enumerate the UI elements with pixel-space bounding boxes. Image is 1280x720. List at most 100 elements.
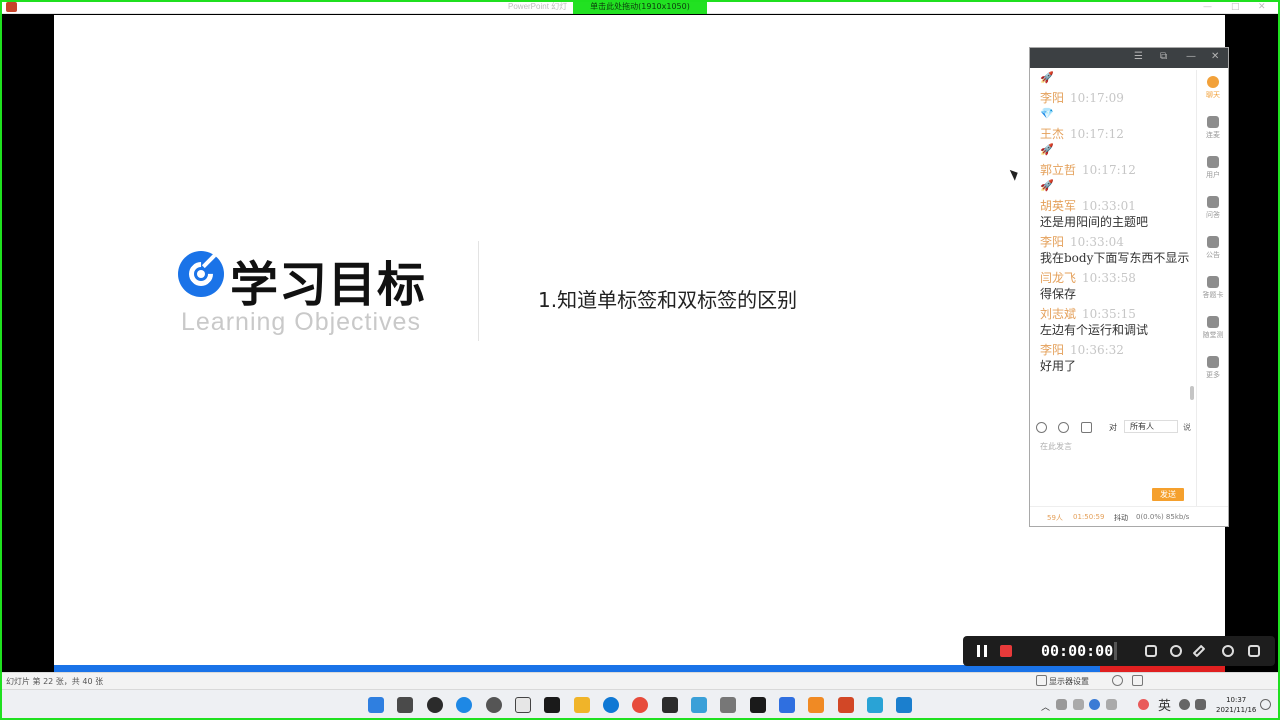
tray-network-icon[interactable] — [1073, 699, 1084, 710]
volume-icon[interactable] — [1195, 699, 1206, 710]
message-time: 10:35:15 — [1082, 307, 1136, 321]
sender-name[interactable]: 李阳 — [1040, 235, 1064, 249]
slide-divider — [478, 241, 479, 341]
tray-mic-icon[interactable] — [1089, 699, 1100, 710]
side-menu-label: 答题卡 — [1202, 291, 1224, 299]
obs-icon[interactable] — [427, 697, 443, 713]
recipient-select[interactable]: 所有人 — [1124, 420, 1178, 433]
close-icon[interactable]: ✕ — [1211, 51, 1219, 62]
ime-indicator[interactable]: 英 — [1158, 695, 1171, 714]
camera-icon[interactable] — [1170, 645, 1182, 657]
presenter-icon[interactable] — [1036, 675, 1047, 686]
message-time: 10:17:12 — [1082, 163, 1136, 177]
search-icon[interactable] — [456, 697, 472, 713]
image-icon[interactable] — [1081, 422, 1092, 433]
chrome-icon[interactable] — [632, 697, 648, 713]
side-menu-quiz[interactable]: 随堂测 — [1197, 316, 1229, 340]
sender-name[interactable]: 郭立哲 — [1040, 163, 1076, 177]
qa-icon — [1207, 196, 1219, 208]
console-icon[interactable] — [662, 697, 678, 713]
file-explorer-icon[interactable] — [574, 697, 590, 713]
message-meta: 李阳 10:17:09 — [1040, 89, 1190, 106]
sender-name[interactable]: 王杰 — [1040, 127, 1064, 141]
calculator-icon[interactable] — [720, 697, 736, 713]
session-duration: 01:50:59 — [1073, 513, 1105, 521]
side-menu-notice[interactable]: 公告 — [1197, 236, 1229, 260]
chat-message: 李阳 10:36:32 好用了 — [1040, 341, 1190, 374]
message-time: 10:33:58 — [1082, 271, 1136, 285]
feishu-icon[interactable] — [779, 697, 795, 713]
sender-name[interactable]: 胡英军 — [1040, 199, 1076, 213]
minimize-icon[interactable]: — — [1186, 51, 1196, 62]
restore-icon[interactable]: ⧉ — [1160, 51, 1167, 62]
right-letterbox — [1225, 15, 1280, 665]
sender-name[interactable]: 李阳 — [1040, 91, 1064, 105]
windows-start-icon[interactable] — [368, 697, 384, 713]
users-icon — [1207, 156, 1219, 168]
send-button[interactable]: 发送 — [1152, 488, 1184, 501]
maximize-icon[interactable]: □ — [1231, 2, 1240, 12]
stop-icon[interactable] — [1000, 645, 1012, 657]
settings-icon[interactable] — [1222, 645, 1234, 657]
chat-side-menu: 聊天连麦用户问答公告答题卡随堂测更多 — [1196, 70, 1228, 506]
cortana-icon[interactable] — [486, 697, 502, 713]
chat-scrollbar[interactable] — [1190, 386, 1194, 400]
side-menu-answer-card[interactable]: 答题卡 — [1197, 276, 1229, 300]
taskbar: ︿ 英 10:37 2021/11/16 — [0, 689, 1280, 720]
vscode-icon[interactable] — [896, 697, 912, 713]
sender-name[interactable]: 刘志斌 — [1040, 307, 1076, 321]
menu-icon[interactable]: ☰ — [1134, 51, 1143, 62]
chat-footer: 59人 01:50:59 抖动 0(0.0%) 85kb/s — [1030, 506, 1228, 526]
side-menu-users[interactable]: 用户 — [1197, 156, 1229, 180]
side-menu-label: 聊天 — [1206, 91, 1220, 99]
recorder-app-icon[interactable] — [750, 697, 766, 713]
message-text: 好用了 — [1040, 359, 1077, 373]
message-meta: 郭立哲 10:17:12 — [1040, 161, 1190, 178]
chat-input[interactable]: 在此发言 — [1040, 441, 1072, 452]
tray-chevron-icon[interactable]: ︿ — [1041, 700, 1050, 713]
display-settings-button[interactable]: 显示器设置 — [1049, 676, 1089, 687]
emoji-icon[interactable] — [1036, 422, 1047, 433]
tray-app-icon[interactable] — [1056, 699, 1067, 710]
typora-icon[interactable] — [515, 697, 531, 713]
window-mode-icon[interactable] — [1248, 645, 1260, 657]
message-meta: 李阳 10:36:32 — [1040, 341, 1190, 358]
objective-text: 1.知道单标签和双标签的区别 — [538, 288, 798, 312]
tray-s-icon[interactable] — [1138, 699, 1149, 710]
system-clock[interactable]: 10:37 2021/11/16 — [1216, 695, 1256, 715]
side-menu-chat[interactable]: 聊天 — [1197, 76, 1229, 100]
close-icon[interactable]: ✕ — [1258, 2, 1266, 12]
side-menu-qa[interactable]: 问答 — [1197, 196, 1229, 220]
side-menu-mic[interactable]: 连麦 — [1197, 116, 1229, 140]
sender-name[interactable]: 闫龙飞 — [1040, 271, 1076, 285]
recording-indicator-bar — [1100, 665, 1225, 672]
live-class-icon[interactable] — [867, 697, 883, 713]
message-time: 10:36:32 — [1070, 343, 1124, 357]
minimize-icon[interactable]: — — [1203, 2, 1212, 12]
side-menu-more[interactable]: 更多 — [1197, 356, 1229, 380]
pause-icon[interactable] — [977, 645, 987, 657]
sender-name[interactable]: 李阳 — [1040, 343, 1064, 357]
mic-status-icon[interactable] — [1112, 675, 1123, 686]
chat-header: ☰ ⧉ — ✕ — [1030, 48, 1228, 68]
notification-icon[interactable] — [1260, 699, 1271, 710]
powerpoint-taskbar-icon[interactable] — [838, 697, 854, 713]
terminal-icon[interactable] — [544, 697, 560, 713]
side-menu-label: 用户 — [1206, 171, 1220, 179]
task-view-icon[interactable] — [397, 697, 413, 713]
edge-icon[interactable] — [603, 697, 619, 713]
message-time: 10:33:04 — [1070, 235, 1124, 249]
grid-view-icon[interactable] — [1132, 675, 1143, 686]
app-icon[interactable] — [691, 697, 707, 713]
pen-icon[interactable] — [1192, 644, 1206, 658]
sublime-icon[interactable] — [808, 697, 824, 713]
clock-date: 2021/11/16 — [1216, 706, 1257, 714]
chat-message: 胡英军 10:33:01 还是用阳间的主题吧 — [1040, 197, 1190, 230]
drag-handle[interactable]: 单击此处拖动(1910x1050) — [573, 0, 707, 14]
bubble-icon[interactable] — [1058, 422, 1069, 433]
screenshot-icon[interactable] — [1145, 645, 1157, 657]
tray-bluetooth-icon[interactable] — [1106, 699, 1117, 710]
message-meta: 刘志斌 10:35:15 — [1040, 305, 1190, 322]
wifi-icon[interactable] — [1179, 699, 1190, 710]
message-time: 10:17:09 — [1070, 91, 1124, 105]
